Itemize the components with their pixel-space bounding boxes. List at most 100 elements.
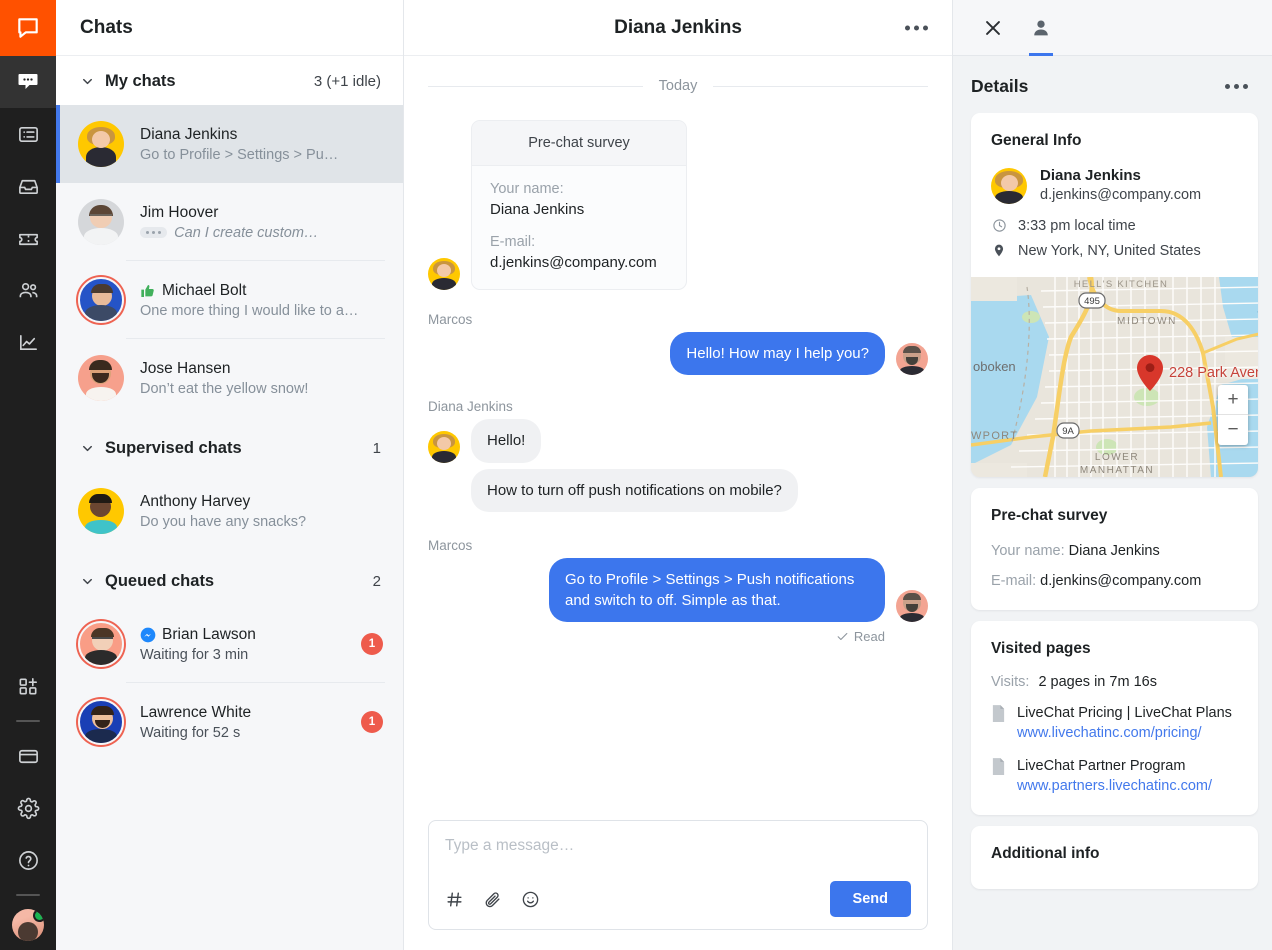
additional-info-card: Additional info [971, 826, 1258, 889]
page-icon [991, 705, 1006, 744]
prechat-key: Your name: [991, 543, 1065, 559]
send-button[interactable]: Send [830, 881, 911, 917]
agent-avatar[interactable] [0, 904, 56, 950]
livechat-logo-icon[interactable] [0, 0, 56, 56]
sidebar-item-archives[interactable] [0, 108, 56, 160]
message-bubble: Go to Profile > Settings > Push notifica… [549, 558, 885, 623]
chat-item-name: Michael Bolt [162, 282, 246, 300]
chat-list-item-diana-jenkins[interactable]: Diana Jenkins Go to Profile > Settings >… [56, 105, 403, 183]
message-group-outgoing-2: Marcos Go to Profile > Settings > Push n… [428, 538, 928, 645]
message-composer: Send [404, 820, 952, 950]
avatar [896, 343, 928, 375]
close-icon[interactable] [971, 0, 1015, 56]
chat-item-snippet-row: Can I create custom… [140, 225, 383, 241]
sidebar-item-billing[interactable] [0, 730, 56, 782]
avatar [78, 121, 124, 167]
group-header-queued-chats[interactable]: Queued chats 2 [56, 550, 403, 605]
visited-page-item: LiveChat Partner Program www.partners.li… [991, 756, 1238, 797]
group-label: Supervised chats [105, 439, 373, 458]
details-panel: Details General Info Di [952, 0, 1272, 950]
survey-field-value: Diana Jenkins [490, 201, 668, 218]
sidebar-item-chats[interactable] [0, 56, 56, 108]
emoji-smiley-icon[interactable] [521, 890, 540, 909]
chat-list-body[interactable]: My chats 3 (+1 idle) Diana Jenkins Go to… [56, 56, 403, 950]
chat-list-item-jose-hansen[interactable]: Jose Hansen Don’t eat the yellow snow! [56, 339, 403, 417]
sidebar-item-tickets-inbox[interactable] [0, 160, 56, 212]
chat-list-panel: Chats My chats 3 (+1 idle) [56, 0, 404, 950]
chat-list-item-anthony-harvey[interactable]: Anthony Harvey Do you have any snacks? [56, 472, 403, 550]
chat-item-name-row: Michael Bolt [140, 282, 383, 300]
location-map[interactable]: 495 9A HELL'S KITCHEN MIDTOWN oboken WPO… [971, 277, 1258, 477]
map-zoom-in-button[interactable]: + [1218, 385, 1248, 415]
chat-list-item-brian-lawson[interactable]: Brian Lawson Waiting for 3 min 1 [56, 605, 403, 683]
group-header-supervised-chats[interactable]: Supervised chats 1 [56, 417, 403, 472]
group-count: 3 (+1 idle) [314, 73, 381, 90]
message-input[interactable] [445, 837, 911, 881]
prechat-survey-details-card: Pre-chat survey Your name: Diana Jenkins… [971, 488, 1258, 610]
hash-canned-response-icon[interactable] [445, 890, 464, 909]
typing-indicator-icon [140, 227, 167, 238]
chat-list-item-lawrence-white[interactable]: Lawrence White Waiting for 52 s 1 [56, 683, 403, 761]
chat-item-name: Lawrence White [140, 704, 353, 722]
group-label: My chats [105, 72, 314, 91]
sidebar-item-help[interactable] [0, 834, 56, 886]
details-tabbar [953, 0, 1272, 56]
survey-field-value: d.jenkins@company.com [490, 254, 668, 271]
more-options-icon[interactable] [1219, 78, 1254, 95]
sidebar-item-tickets[interactable] [0, 212, 56, 264]
unread-badge: 1 [361, 633, 383, 655]
svg-text:WPORT: WPORT [971, 430, 1018, 442]
avatar [991, 168, 1027, 204]
svg-text:MANHATTAN: MANHATTAN [1080, 465, 1154, 476]
message-row: Hello! How may I help you? [428, 332, 928, 375]
svg-text:HELL'S KITCHEN: HELL'S KITCHEN [1074, 279, 1168, 290]
sidebar-item-team[interactable] [0, 264, 56, 316]
message-group-incoming: Diana Jenkins Hello! How to turn off pus… [428, 399, 928, 512]
group-header-my-chats[interactable]: My chats 3 (+1 idle) [56, 56, 403, 105]
messenger-icon [140, 627, 156, 643]
svg-text:LOWER: LOWER [1095, 452, 1139, 463]
group-count: 1 [373, 440, 381, 457]
group-label: Queued chats [105, 572, 373, 591]
more-options-icon[interactable] [899, 19, 934, 36]
visited-page-url[interactable]: www.livechatinc.com/pricing/ [1017, 723, 1232, 744]
map-zoom-out-button[interactable]: − [1218, 415, 1248, 445]
chat-list-item-michael-bolt[interactable]: Michael Bolt One more thing I would like… [56, 261, 403, 339]
map-address-label: 228 Park Avenue Sou [1169, 365, 1258, 381]
sidebar-item-settings[interactable] [0, 782, 56, 834]
message-sender: Marcos [428, 538, 928, 553]
card-title: General Info [991, 132, 1238, 150]
survey-field-label: Your name: [490, 181, 668, 197]
visited-pages-card: Visited pages Visits: 2 pages in 7m 16s … [971, 621, 1258, 816]
prechat-value: d.jenkins@company.com [1040, 573, 1201, 589]
avatar [428, 258, 460, 290]
prechat-survey-card: Pre-chat survey Your name: Diana Jenkins… [471, 120, 687, 290]
tab-customer-details[interactable] [1019, 0, 1063, 56]
avatar [78, 355, 124, 401]
message-row: Go to Profile > Settings > Push notifica… [428, 558, 928, 623]
map-marker-icon [1137, 355, 1163, 391]
chat-list-item-jim-hoover[interactable]: Jim Hoover Can I create custom… [56, 183, 403, 261]
visited-page-url[interactable]: www.partners.livechatinc.com/ [1017, 776, 1212, 797]
survey-field-label: E-mail: [490, 234, 668, 250]
chat-item-snippet: Do you have any snacks? [140, 514, 383, 530]
page-title: Chats [80, 17, 133, 39]
customer-name: Diana Jenkins [1040, 166, 1201, 186]
chat-item-snippet: Waiting for 3 min [140, 647, 353, 663]
card-title: Additional info [991, 845, 1238, 863]
location-row: New York, NY, United States [991, 243, 1238, 259]
prechat-row: E-mail: d.jenkins@company.com [991, 571, 1238, 592]
chevron-down-icon [78, 441, 96, 456]
paperclip-attach-icon[interactable] [483, 890, 502, 909]
details-content[interactable]: General Info Diana Jenkins d.jenkins@com… [953, 113, 1272, 950]
conversation-header: Diana Jenkins [404, 0, 952, 56]
survey-card-heading: Pre-chat survey [472, 121, 686, 166]
sidebar-item-apps[interactable] [0, 660, 56, 712]
message-row-survey: Pre-chat survey Your name: Diana Jenkins… [428, 120, 928, 290]
thumbs-up-icon [140, 283, 156, 299]
read-receipt: Read [428, 629, 885, 644]
conversation-panel: Diana Jenkins Today Pre-chat survey [404, 0, 952, 950]
message-row: Hello! [428, 419, 928, 462]
sidebar-item-reports[interactable] [0, 316, 56, 368]
livechat-app: Chats My chats 3 (+1 idle) [0, 0, 1272, 950]
